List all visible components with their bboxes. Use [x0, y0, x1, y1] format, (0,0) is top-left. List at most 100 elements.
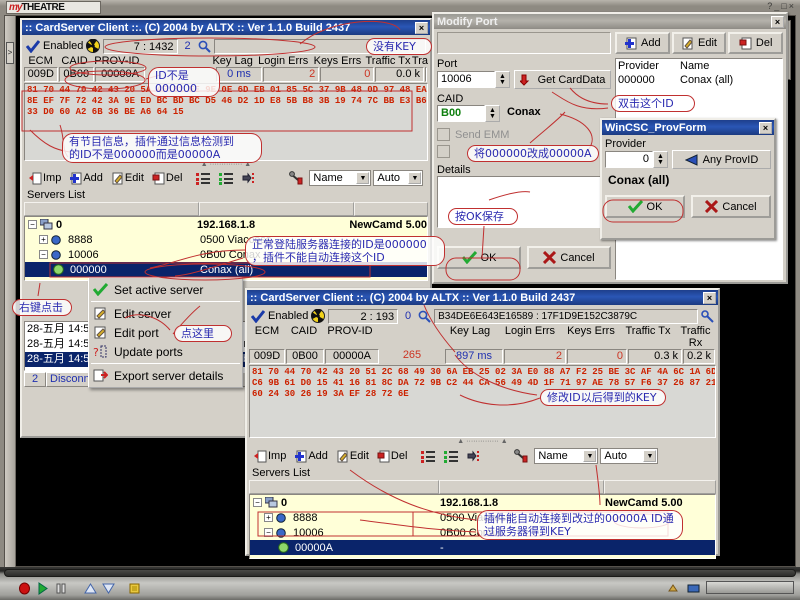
window1-listview-header[interactable]: [24, 202, 428, 216]
tree-expander-icon[interactable]: +: [39, 235, 48, 244]
help-button[interactable]: ?: [767, 1, 772, 11]
port-input[interactable]: 10006: [437, 71, 495, 88]
col-header-1[interactable]: [249, 480, 439, 494]
pause-button[interactable]: [54, 582, 67, 595]
context-menu-item-edit-server[interactable]: Edit server: [89, 304, 242, 323]
add-label: Add: [308, 450, 328, 462]
minimize-button[interactable]: _: [774, 1, 779, 11]
chevron-down-icon[interactable]: ▼: [408, 172, 422, 184]
next-channel-button[interactable]: [102, 582, 115, 595]
select-button[interactable]: [239, 171, 258, 186]
delete-button[interactable]: Del: [374, 449, 411, 464]
list-item[interactable]: − 0 192.168.1.8 NewCamd 5.00: [25, 217, 427, 232]
filter-button[interactable]: [511, 448, 532, 464]
secondary-checkbox[interactable]: [437, 145, 450, 158]
context-menu-item-update-ports[interactable]: ? Update ports: [89, 342, 242, 361]
screen-icon[interactable]: [687, 582, 700, 595]
expand-all-button[interactable]: [418, 449, 439, 464]
get-carddata-button[interactable]: Get CardData: [514, 70, 611, 89]
list-item[interactable]: − 0 192.168.1.8 NewCamd 5.00: [250, 495, 715, 510]
window2-titlebar[interactable]: :: CardServer Client ::. (C) 2004 by ALT…: [247, 290, 718, 305]
key-icon[interactable]: [701, 309, 714, 323]
table-row[interactable]: 000000 Conax (all): [616, 73, 782, 87]
modify-port-close-button[interactable]: ×: [771, 15, 784, 28]
window2-close-button[interactable]: ×: [703, 291, 716, 304]
close-button[interactable]: ×: [789, 1, 794, 11]
wincsc-provform-dialog[interactable]: WinCSC_ProvForm × Provider 0 ▲ ▼ Any Prov…: [600, 118, 776, 240]
provider-input[interactable]: 0: [605, 151, 653, 168]
any-provid-label: Any ProvID: [702, 153, 759, 166]
window2-toolbar[interactable]: Imp Add Edit Del Name ▼ Auto ▼: [249, 446, 716, 466]
maximize-button[interactable]: □: [781, 1, 786, 11]
col-header-3[interactable]: [354, 202, 428, 216]
search-icon[interactable]: [198, 40, 211, 53]
context-menu-item-set-active-server[interactable]: Set active server: [89, 280, 242, 299]
sort-field-combo[interactable]: Name ▼: [309, 170, 372, 186]
window2-splitter-grip[interactable]: ▲ ·············· ▲: [249, 438, 716, 446]
provform-cancel-button[interactable]: Cancel: [691, 195, 771, 218]
chevron-down-icon[interactable]: ▼: [643, 450, 657, 462]
window2-listview-header[interactable]: [249, 480, 716, 494]
tree-expander-icon[interactable]: −: [28, 220, 37, 229]
collapse-all-button[interactable]: [441, 449, 462, 464]
caid-input[interactable]: B00: [437, 105, 485, 122]
record-button[interactable]: [18, 582, 31, 595]
edit-button[interactable]: Edit: [333, 449, 372, 464]
sort-order-combo[interactable]: Auto ▼: [373, 170, 424, 186]
tree-expander-icon[interactable]: −: [253, 498, 262, 507]
chevron-down-icon[interactable]: ▼: [356, 172, 370, 184]
provform-close-button[interactable]: ×: [759, 121, 772, 134]
provider-add-button[interactable]: Add: [615, 32, 670, 54]
window1-toolbar[interactable]: Imp Add Edit Del Name ▼ Auto ▼: [24, 168, 428, 188]
filter-button[interactable]: [286, 170, 307, 186]
send-emm-checkbox[interactable]: [437, 128, 450, 141]
provform-ok-button[interactable]: OK: [605, 195, 685, 218]
window1-close-button[interactable]: ×: [415, 21, 428, 34]
modify-port-titlebar[interactable]: Modify Port ×: [434, 14, 786, 29]
play-button[interactable]: [36, 582, 49, 595]
search-icon[interactable]: [418, 310, 431, 323]
tree-expander-icon[interactable]: −: [39, 250, 48, 259]
add-button[interactable]: Add: [291, 449, 331, 464]
modify-port-ok-button[interactable]: OK: [437, 246, 521, 269]
seek-slider[interactable]: [4, 569, 796, 577]
prev-channel-button[interactable]: [84, 582, 97, 595]
provider-spinner[interactable]: ▲ ▼: [653, 151, 668, 168]
sort-field-combo[interactable]: Name ▼: [534, 448, 599, 464]
enabled-check-icon[interactable]: [26, 39, 40, 53]
import-button[interactable]: Imp: [26, 171, 64, 186]
sort-order-combo[interactable]: Auto ▼: [600, 448, 659, 464]
col-header-1[interactable]: [24, 202, 199, 216]
port-spinner[interactable]: ▲ ▼: [495, 71, 510, 88]
tree-expander-icon[interactable]: −: [264, 528, 273, 537]
stat-header-traffictx: Traffic Tx: [625, 325, 671, 337]
context-menu-item-export-server-details[interactable]: Export server details: [89, 366, 242, 385]
enabled-check-icon[interactable]: [251, 309, 265, 323]
provform-titlebar[interactable]: WinCSC_ProvForm ×: [602, 120, 774, 135]
add-button[interactable]: Add: [66, 171, 106, 186]
import-icon: [29, 172, 42, 184]
provider-edit-button[interactable]: Edit: [671, 32, 727, 54]
col-header-2[interactable]: [199, 202, 354, 216]
any-provid-button[interactable]: Any ProvID: [672, 150, 771, 169]
import-button[interactable]: Imp: [251, 449, 289, 464]
col-header-3[interactable]: [604, 480, 716, 494]
settings-icon[interactable]: [667, 582, 680, 595]
chevron-down-icon[interactable]: ▼: [583, 450, 597, 462]
capture-button[interactable]: [128, 582, 141, 595]
modify-port-cancel-button[interactable]: Cancel: [527, 246, 611, 269]
expand-all-button[interactable]: [193, 171, 214, 186]
collapse-all-button[interactable]: [216, 171, 237, 186]
tree-expander-icon[interactable]: +: [264, 513, 273, 522]
window1-titlebar[interactable]: :: CardServer Client ::. (C) 2004 by ALT…: [22, 20, 430, 35]
select-button[interactable]: [464, 449, 483, 464]
col-header-2[interactable]: [439, 480, 604, 494]
expand-panel-arrow-icon[interactable]: >: [6, 42, 14, 64]
delete-button[interactable]: Del: [149, 171, 186, 186]
provider-del-button[interactable]: Del: [728, 32, 784, 54]
caid-spinner[interactable]: ▲ ▼: [485, 105, 500, 122]
volume-slider[interactable]: [706, 581, 794, 594]
list-item-selected[interactable]: 00000A -: [250, 540, 715, 555]
edit-button[interactable]: Edit: [108, 171, 147, 186]
stat-header-loginerrs: Login Errs: [504, 325, 556, 337]
